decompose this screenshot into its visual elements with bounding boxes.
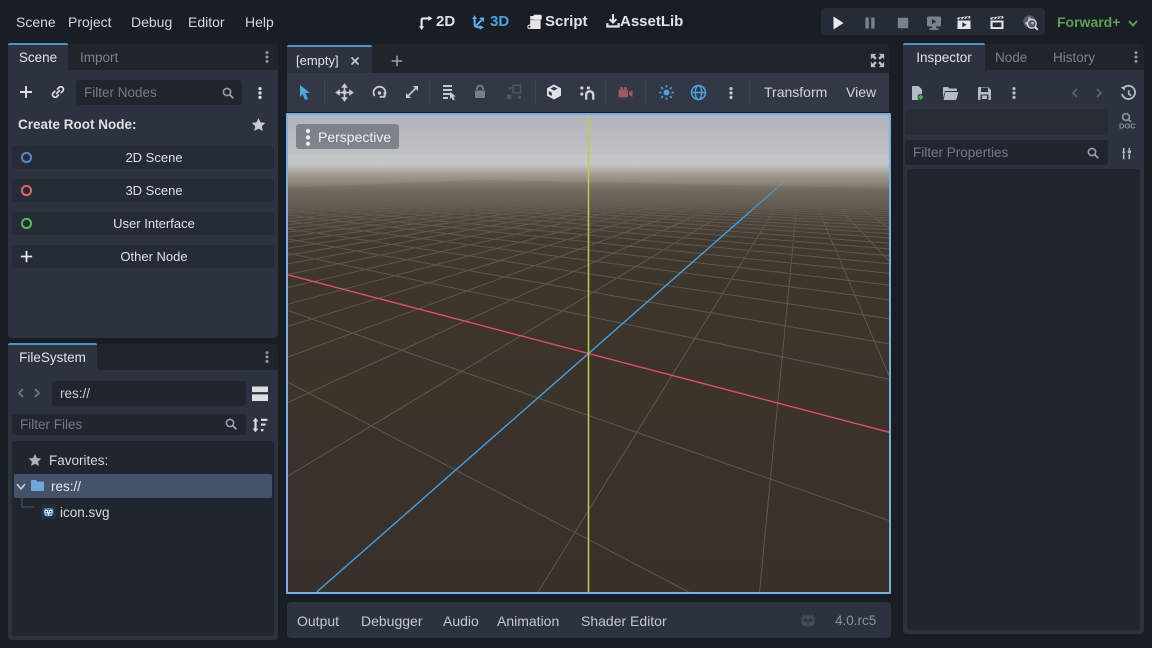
svg-text:DOC: DOC — [1119, 122, 1136, 131]
